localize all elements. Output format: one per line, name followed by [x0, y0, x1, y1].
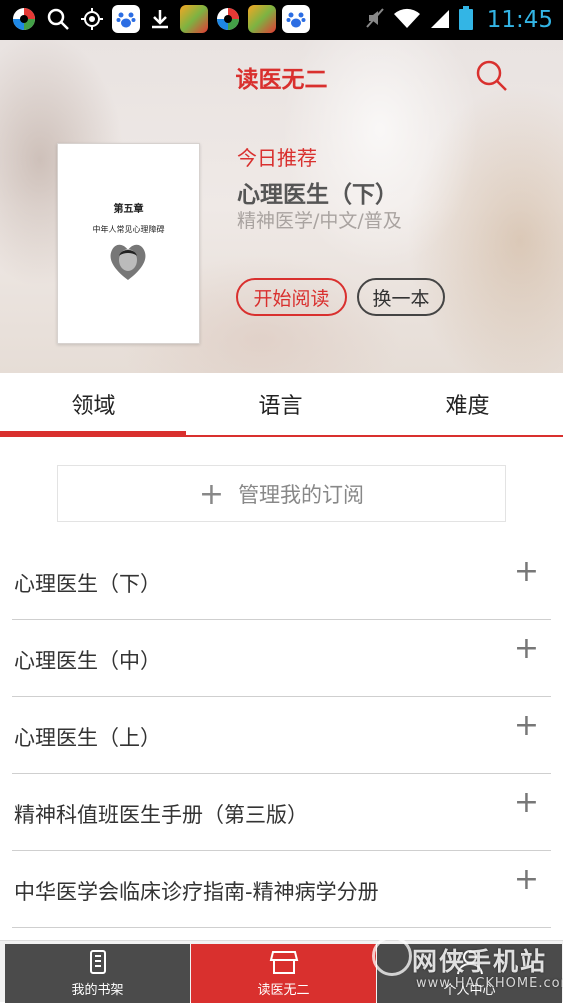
manage-subscription-button[interactable]: + 管理我的订阅: [57, 465, 506, 522]
start-reading-button[interactable]: 开始阅读: [236, 278, 347, 316]
wandoujia-icon: [10, 5, 38, 33]
search-icon: [476, 60, 507, 91]
nav-profile-label: 个人中心: [443, 983, 496, 998]
status-bar: 11:45: [0, 0, 563, 40]
game-icon: [248, 5, 276, 33]
download-icon: [146, 5, 174, 33]
book-list: 心理医生（下） + 心理医生（中） + 心理医生（上） + 精神科值班医生手册（…: [12, 543, 551, 928]
book-meta: 精神医学/中文/普及: [237, 210, 402, 232]
bottom-nav: 我的书架 读医无二 个人中心: [0, 940, 563, 1003]
bookshelf-icon: [89, 950, 106, 974]
plus-icon: +: [198, 476, 225, 512]
active-tab-indicator: [0, 431, 186, 435]
cover-subtitle: 中年人常见心理障碍: [92, 225, 165, 234]
signal-icon: [429, 7, 451, 33]
baidu-icon: [282, 5, 310, 33]
nav-home-label: 读医无二: [257, 983, 310, 998]
search-button[interactable]: [474, 58, 508, 92]
add-icon[interactable]: +: [514, 865, 539, 895]
store-icon: [269, 951, 298, 974]
list-item[interactable]: 心理医生（中） +: [12, 620, 551, 697]
manage-subscription-label: 管理我的订阅: [238, 482, 365, 507]
list-item[interactable]: 精神科值班医生手册（第三版） +: [12, 774, 551, 851]
category-tabs: 领域 语言 难度: [0, 373, 563, 437]
add-icon[interactable]: +: [514, 634, 539, 664]
list-item-title: 精神科值班医生手册（第三版）: [14, 803, 308, 827]
user-icon: [456, 950, 483, 975]
list-item-title: 心理医生（上）: [14, 726, 161, 750]
nav-home[interactable]: 读医无二: [191, 944, 376, 1003]
list-item-title: 心理医生（下）: [14, 572, 161, 596]
battery-icon: [458, 6, 473, 34]
game-icon: [180, 5, 208, 33]
search-icon: [44, 5, 72, 33]
baidu-icon: [112, 5, 140, 33]
list-item-title: 中华医学会临床诊疗指南-精神病学分册: [14, 880, 379, 904]
mute-icon: [365, 7, 385, 33]
change-book-button[interactable]: 换一本: [357, 278, 445, 316]
notification-icons: [10, 5, 310, 33]
recommend-label: 今日推荐: [237, 146, 317, 170]
list-item[interactable]: 中华医学会临床诊疗指南-精神病学分册 +: [12, 851, 551, 928]
system-icons: 11:45: [365, 6, 553, 34]
tab-language[interactable]: 语言: [187, 373, 374, 435]
list-item[interactable]: 心理医生（下） +: [12, 543, 551, 620]
tab-field[interactable]: 领域: [0, 373, 187, 435]
nav-profile[interactable]: 个人中心: [377, 944, 562, 1003]
wifi-icon: [393, 7, 421, 33]
book-title[interactable]: 心理医生（下）: [237, 175, 398, 209]
gps-icon: [78, 5, 106, 33]
add-icon[interactable]: +: [514, 788, 539, 818]
tab-difficulty[interactable]: 难度: [374, 373, 561, 435]
clock: 11:45: [486, 7, 553, 33]
list-item[interactable]: 心理医生（上） +: [12, 697, 551, 774]
list-item-title: 心理医生（中）: [14, 649, 161, 673]
add-icon[interactable]: +: [514, 711, 539, 741]
book-cover[interactable]: 第五章 中年人常见心理障碍: [57, 143, 200, 344]
add-icon[interactable]: +: [514, 557, 539, 587]
nav-bookshelf-label: 我的书架: [71, 983, 124, 998]
cover-illustration: [110, 244, 146, 280]
cover-chapter: 第五章: [113, 204, 144, 215]
wandoujia-icon: [214, 5, 242, 33]
nav-bookshelf[interactable]: 我的书架: [5, 944, 190, 1003]
